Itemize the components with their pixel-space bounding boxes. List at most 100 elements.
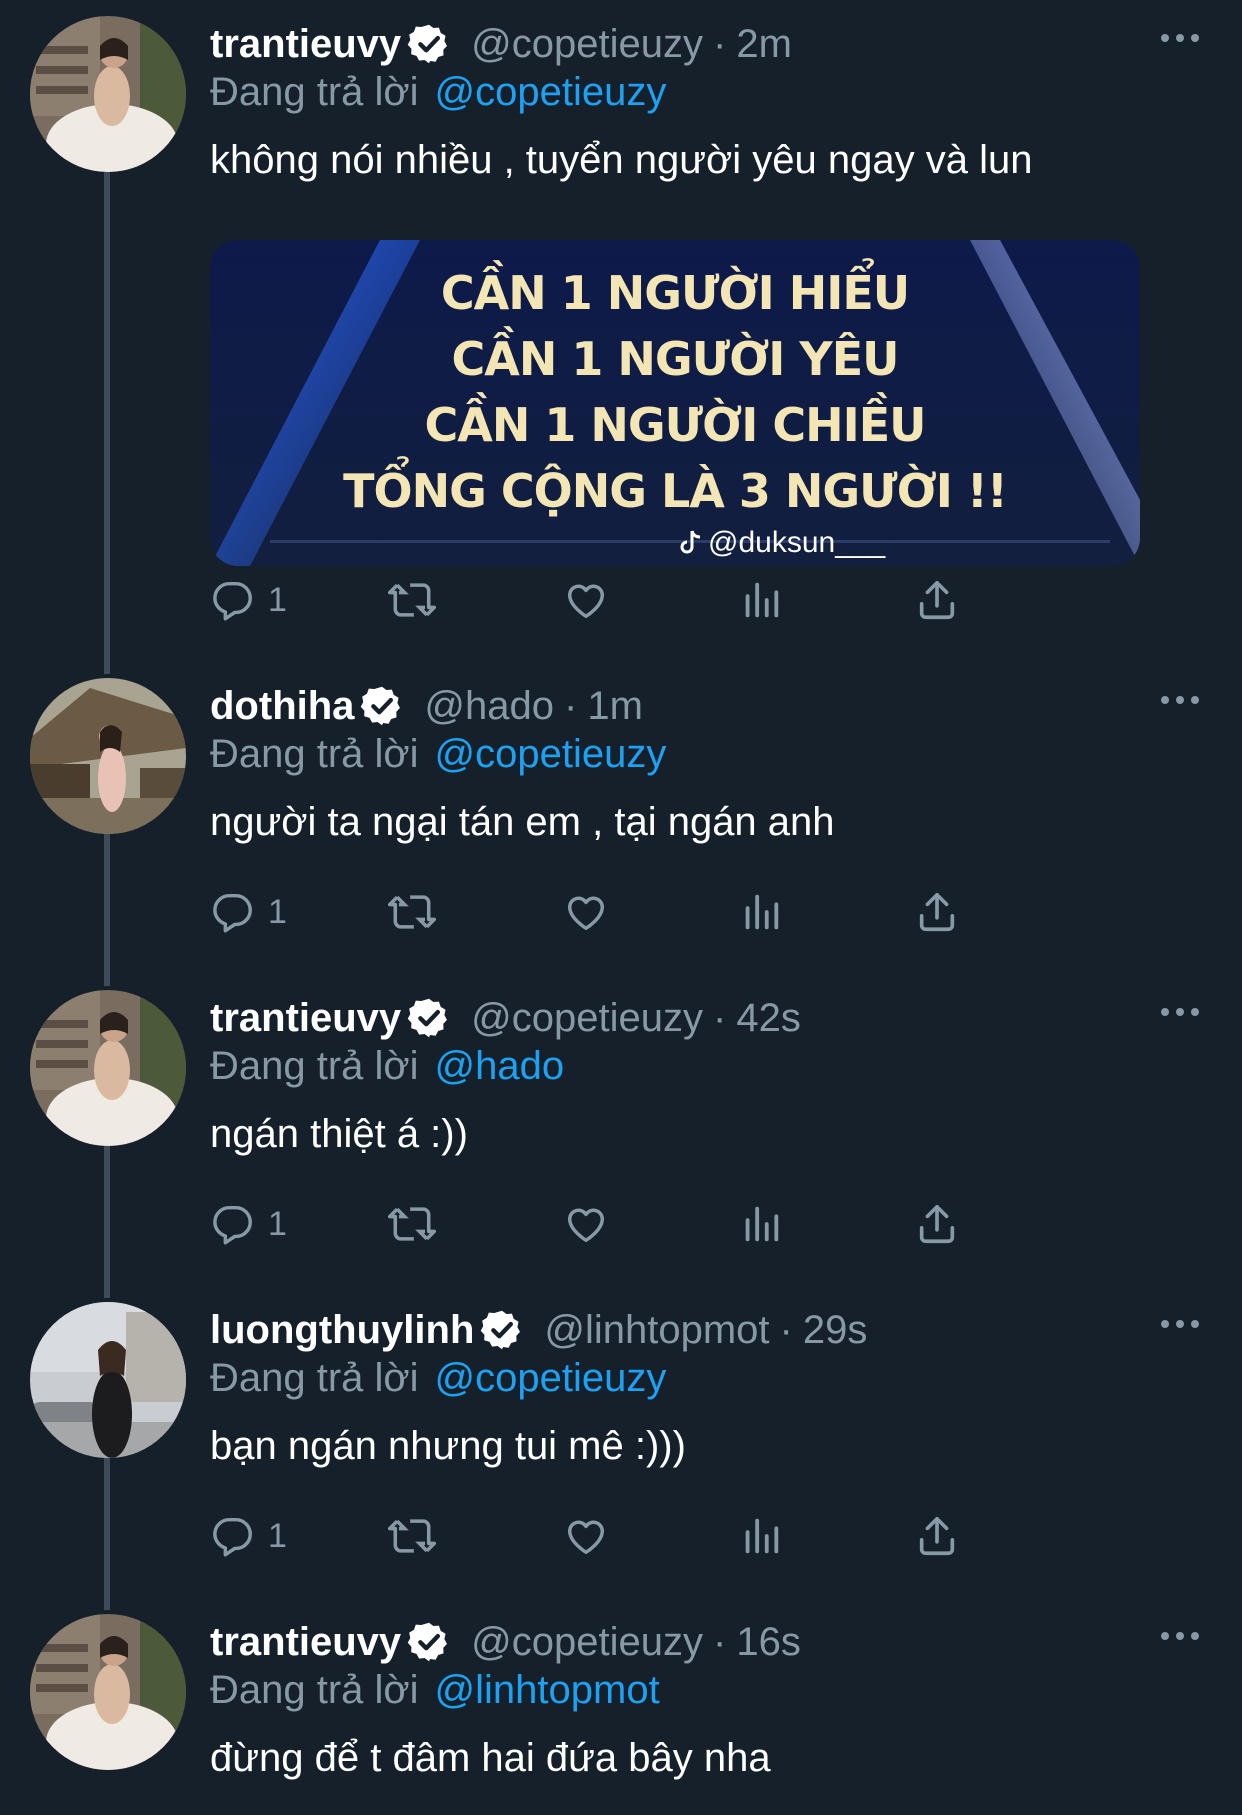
replying-to-label: Đang trả lời xyxy=(210,1667,419,1712)
handle[interactable]: @copetieuzy xyxy=(471,22,703,67)
replying-to-handle[interactable]: @copetieuzy xyxy=(435,732,667,777)
reply-button[interactable]: 1 xyxy=(210,570,287,630)
handle[interactable]: @hado xyxy=(424,684,554,729)
retweet-button[interactable] xyxy=(386,1506,438,1566)
tweet-image[interactable]: CẦN 1 NGƯỜI HIỂU CẦN 1 NGƯỜI YÊU CẦN 1 N… xyxy=(210,240,1140,566)
handle[interactable]: @copetieuzy xyxy=(471,1620,703,1665)
retweet-button[interactable] xyxy=(386,570,438,630)
share-button[interactable] xyxy=(914,1506,960,1566)
share-button[interactable] xyxy=(914,882,960,942)
timestamp[interactable]: 29s xyxy=(803,1308,868,1353)
replying-to: Đang trả lời @copetieuzy xyxy=(210,64,666,120)
analytics-icon xyxy=(738,1513,784,1559)
image-caption-line: CẦN 1 NGƯỜI CHIỀU xyxy=(424,398,926,452)
reply-button[interactable]: 1 xyxy=(210,1194,287,1254)
tweet[interactable]: trantieuvy @copetieuzy · 2m Đang trả lời… xyxy=(0,16,1242,636)
views-button[interactable] xyxy=(738,882,784,942)
verified-icon xyxy=(360,684,404,728)
reply-button[interactable]: 1 xyxy=(210,882,287,942)
verified-icon xyxy=(407,22,451,66)
action-bar: 1 xyxy=(210,1194,1110,1254)
share-button[interactable] xyxy=(914,570,960,630)
share-icon xyxy=(914,1201,960,1247)
action-bar: 1 xyxy=(210,570,1110,630)
reply-count: 1 xyxy=(268,1516,287,1555)
analytics-icon xyxy=(738,1201,784,1247)
display-name[interactable]: luongthuylinh xyxy=(210,1308,474,1353)
replying-to-label: Đang trả lời xyxy=(210,1043,419,1088)
display-name[interactable]: trantieuvy xyxy=(210,1620,401,1665)
avatar[interactable] xyxy=(30,16,186,172)
retweet-icon xyxy=(386,577,438,623)
retweet-icon xyxy=(386,1513,438,1559)
more-icon[interactable] xyxy=(1160,30,1200,46)
share-icon xyxy=(914,889,960,935)
heart-icon xyxy=(562,1201,610,1247)
replying-to-handle[interactable]: @copetieuzy xyxy=(435,70,667,115)
timestamp[interactable]: 1m xyxy=(587,684,643,729)
verified-icon xyxy=(407,996,451,1040)
analytics-icon xyxy=(738,577,784,623)
analytics-icon xyxy=(738,889,784,935)
timestamp[interactable]: 2m xyxy=(736,22,792,67)
timestamp[interactable]: 42s xyxy=(736,996,801,1041)
image-caption-line: CẦN 1 NGƯỜI YÊU xyxy=(451,332,900,386)
like-button[interactable] xyxy=(562,570,610,630)
replying-to-label: Đang trả lời xyxy=(210,69,419,114)
like-button[interactable] xyxy=(562,1194,610,1254)
more-icon[interactable] xyxy=(1160,1004,1200,1020)
replying-to-label: Đang trả lời xyxy=(210,1355,419,1400)
avatar[interactable] xyxy=(30,990,186,1146)
verified-icon xyxy=(480,1308,524,1352)
reply-icon xyxy=(210,889,256,935)
display-name[interactable]: dothiha xyxy=(210,684,354,729)
share-button[interactable] xyxy=(914,1194,960,1254)
handle[interactable]: @copetieuzy xyxy=(471,996,703,1041)
display-name[interactable]: trantieuvy xyxy=(210,22,401,67)
avatar[interactable] xyxy=(30,1614,186,1770)
tweet-text: đừng để t đâm hai đứa bây nha xyxy=(210,1736,771,1780)
avatar[interactable] xyxy=(30,1302,186,1458)
display-name[interactable]: trantieuvy xyxy=(210,996,401,1041)
retweet-button[interactable] xyxy=(386,1194,438,1254)
retweet-button[interactable] xyxy=(386,882,438,942)
separator-dot: · xyxy=(564,683,578,728)
tweet[interactable]: trantieuvy @copetieuzy · 16s Đang trả lờ… xyxy=(0,1614,1242,1814)
views-button[interactable] xyxy=(738,570,784,630)
more-icon[interactable] xyxy=(1160,1628,1200,1644)
image-caption-line: CẦN 1 NGƯỜI HIỂU xyxy=(440,266,910,320)
tweet[interactable]: dothiha @hado · 1m Đang trả lời @copetie… xyxy=(0,678,1242,978)
tweet-text: bạn ngán nhưng tui mê :))) xyxy=(210,1424,686,1468)
more-icon[interactable] xyxy=(1160,1316,1200,1332)
timestamp[interactable]: 16s xyxy=(736,1620,801,1665)
verified-icon xyxy=(407,1620,451,1664)
reply-icon xyxy=(210,1513,256,1559)
separator-dot: · xyxy=(779,1307,793,1352)
avatar[interactable] xyxy=(30,678,186,834)
views-button[interactable] xyxy=(738,1194,784,1254)
like-button[interactable] xyxy=(562,882,610,942)
handle[interactable]: @linhtopmot xyxy=(544,1308,769,1353)
like-button[interactable] xyxy=(562,1506,610,1566)
reply-count: 1 xyxy=(268,1204,287,1243)
reply-button[interactable]: 1 xyxy=(210,1506,287,1566)
reply-icon xyxy=(210,1201,256,1247)
more-icon[interactable] xyxy=(1160,692,1200,708)
heart-icon xyxy=(562,889,610,935)
replying-to: Đang trả lời @linhtopmot xyxy=(210,1662,660,1718)
tweet[interactable]: trantieuvy @copetieuzy · 42s Đang trả lờ… xyxy=(0,990,1242,1290)
watermark-text: @duksun___ xyxy=(708,526,886,559)
tiktok-icon xyxy=(680,529,704,557)
replying-to-handle[interactable]: @hado xyxy=(435,1044,565,1089)
share-icon xyxy=(914,1513,960,1559)
replying-to-handle[interactable]: @linhtopmot xyxy=(435,1668,660,1713)
replying-to: Đang trả lời @copetieuzy xyxy=(210,726,666,782)
separator-dot: · xyxy=(713,1619,727,1664)
reply-icon xyxy=(210,577,256,623)
replying-to-handle[interactable]: @copetieuzy xyxy=(435,1356,667,1401)
tweet-text: ngán thiệt á :)) xyxy=(210,1112,468,1156)
retweet-icon xyxy=(386,889,438,935)
separator-dot: · xyxy=(713,21,727,66)
tweet[interactable]: luongthuylinh @linhtopmot · 29s Đang trả… xyxy=(0,1302,1242,1602)
views-button[interactable] xyxy=(738,1506,784,1566)
